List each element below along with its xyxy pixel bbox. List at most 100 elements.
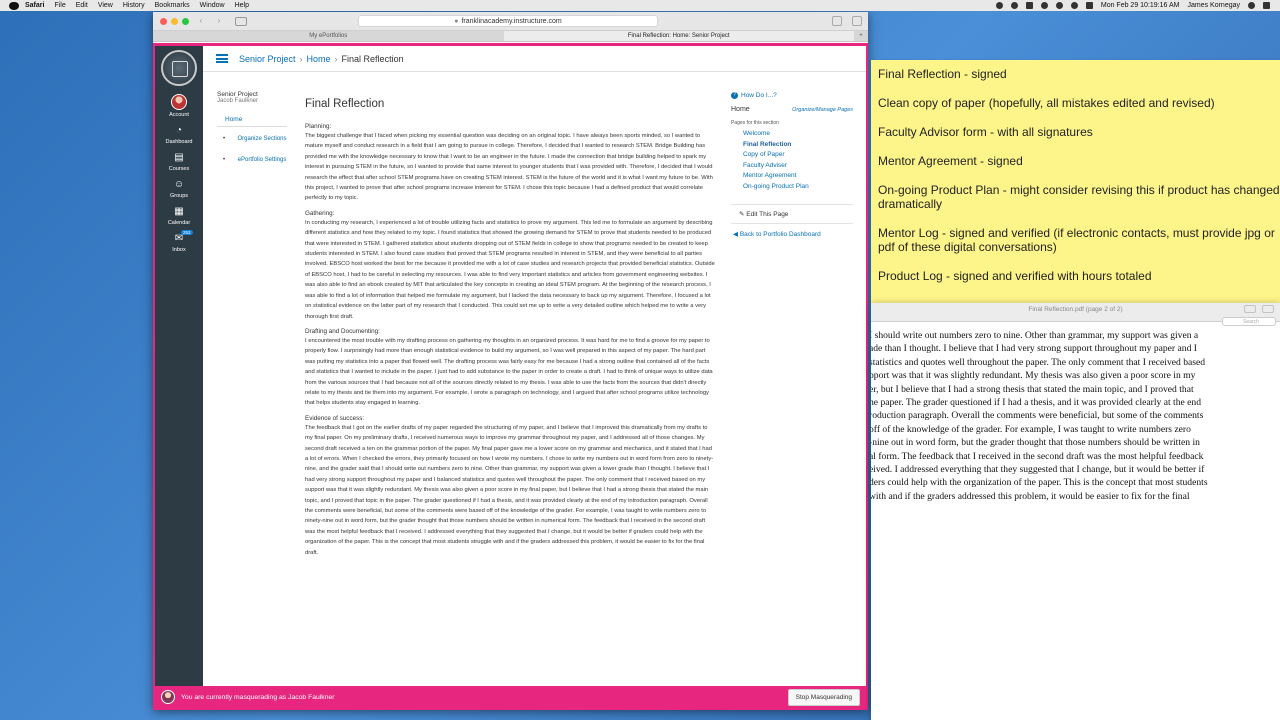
address-url: franklinacademy.instructure.com bbox=[461, 18, 562, 25]
course-nav-home[interactable]: Home bbox=[217, 114, 287, 127]
menu-window[interactable]: Window bbox=[200, 2, 225, 9]
breadcrumb-senior-project[interactable]: Senior Project bbox=[239, 54, 296, 64]
pdf-text-line: roduction paragraph. Overall the comment… bbox=[871, 410, 1204, 422]
global-nav-label: Calendar bbox=[167, 220, 191, 226]
pdf-text-line: er, but I believe that I had a strong th… bbox=[871, 383, 1194, 395]
forward-arrow-icon[interactable]: › bbox=[213, 16, 225, 26]
inbox-badge: 253 bbox=[181, 230, 193, 235]
page-link-faculty-adviser[interactable]: Faculty Adviser bbox=[731, 161, 853, 172]
page-link-copy-of-paper[interactable]: Copy of Paper bbox=[731, 150, 853, 161]
spotlight-icon[interactable] bbox=[1248, 2, 1255, 9]
preview-title: Final Reflection.pdf (page 2 of 2) bbox=[1028, 306, 1123, 313]
notification-center-icon[interactable] bbox=[1263, 2, 1270, 9]
global-nav-courses[interactable]: ▤ Courses bbox=[155, 152, 203, 172]
how-do-i-label: How Do I...? bbox=[741, 92, 777, 99]
status-icon[interactable] bbox=[1040, 2, 1048, 9]
avatar bbox=[161, 690, 175, 704]
safari-titlebar: ‹ › ● franklinacademy.instructure.com bbox=[153, 12, 868, 31]
sidebar-toggle-icon[interactable] bbox=[235, 16, 247, 26]
menu-bookmarks[interactable]: Bookmarks bbox=[155, 2, 190, 9]
apple-icon[interactable] bbox=[9, 1, 19, 10]
page-link-product-plan[interactable]: On-going Product Plan bbox=[731, 182, 853, 193]
masquerade-text: You are currently masquerading as Jacob … bbox=[181, 693, 335, 701]
pdf-text-line: ders could help with the organization of… bbox=[871, 477, 1208, 489]
section-body: In conducting my research, I experienced… bbox=[305, 219, 715, 320]
how-do-i-link[interactable]: ? How Do I...? bbox=[731, 92, 853, 99]
pdf-page: I should write out numbers zero to nine.… bbox=[871, 325, 1280, 503]
triangle-left-icon: ◀ bbox=[733, 231, 738, 238]
tab-eportfolios[interactable]: My ePortfolios bbox=[153, 31, 504, 41]
right-sidebar: ? How Do I...? Home Organize/Manage Page… bbox=[731, 92, 853, 238]
page-title: Final Reflection bbox=[305, 98, 385, 110]
pencil-icon: ✎ bbox=[739, 211, 745, 218]
share-icon[interactable] bbox=[832, 16, 842, 26]
course-nav: Senior Project Jacob Faulkner Home Organ… bbox=[217, 91, 287, 177]
global-nav-account[interactable]: Account bbox=[155, 94, 203, 118]
back-to-dashboard-link[interactable]: ◀ Back to Portfolio Dashboard bbox=[731, 230, 853, 238]
school-logo[interactable] bbox=[161, 50, 197, 86]
stop-masquerading-button[interactable]: Stop Masquerading bbox=[787, 688, 860, 706]
courses-icon: ▤ bbox=[174, 152, 184, 163]
volume-icon[interactable] bbox=[1070, 2, 1078, 9]
breadcrumb-separator: › bbox=[299, 53, 303, 64]
menu-app[interactable]: Safari bbox=[25, 2, 44, 9]
pdf-text-line: with and if the graders addressed this p… bbox=[871, 490, 1190, 502]
tabs-overview-icon[interactable] bbox=[852, 16, 862, 26]
battery-icon[interactable] bbox=[1085, 2, 1093, 9]
sticky-line: Final Reflection - signed bbox=[878, 67, 1007, 81]
page-link-mentor-agreement[interactable]: Mentor Agreement bbox=[731, 171, 853, 182]
pages-section-label: Pages for this section bbox=[731, 120, 779, 126]
hamburger-menu-icon[interactable] bbox=[216, 54, 228, 63]
pdf-text-line: pport was that it was slightly redundant… bbox=[871, 370, 1196, 382]
close-window-button[interactable] bbox=[160, 17, 167, 25]
page-link-final-reflection[interactable]: Final Reflection bbox=[731, 140, 853, 151]
section-body: The feedback that I got on the earlier d… bbox=[305, 424, 714, 556]
menu-history[interactable]: History bbox=[123, 2, 145, 9]
breadcrumb-home[interactable]: Home bbox=[307, 54, 331, 64]
menu-file[interactable]: File bbox=[54, 2, 65, 9]
pdf-text-line: eived. I addressed everything that they … bbox=[871, 464, 1205, 476]
minimize-window-button[interactable] bbox=[171, 17, 178, 25]
dashboard-icon: ◔ bbox=[175, 125, 183, 136]
sticky-line: Clean copy of paper (hopefully, all mist… bbox=[878, 96, 1215, 110]
organize-pages-link[interactable]: Organize/Manage Pages bbox=[792, 107, 853, 113]
lock-icon: ● bbox=[454, 18, 459, 25]
new-tab-icon[interactable]: + bbox=[854, 31, 868, 41]
global-nav-dashboard[interactable]: ◔ Dashboard bbox=[155, 125, 203, 145]
zoom-window-button[interactable] bbox=[182, 17, 189, 25]
status-icon[interactable] bbox=[1025, 2, 1033, 9]
tab-final-reflection[interactable]: Final Reflection: Home: Senior Project bbox=[503, 31, 854, 41]
main-area: Senior Project › Home › Final Reflection… bbox=[203, 46, 866, 708]
global-nav-groups[interactable]: ☺ Groups bbox=[155, 179, 203, 199]
help-icon: ? bbox=[731, 92, 738, 99]
section-heading: Planning: bbox=[305, 123, 332, 130]
page-content: Final Reflection Planning: The biggest c… bbox=[305, 98, 715, 564]
global-nav-label: Dashboard bbox=[165, 139, 193, 145]
breadcrumb: Senior Project › Home › Final Reflection bbox=[203, 46, 866, 72]
sticky-line: Mentor Agreement - signed bbox=[878, 154, 1023, 168]
sticky-note[interactable]: Final Reflection - signed Clean copy of … bbox=[871, 60, 1280, 303]
status-icon[interactable] bbox=[995, 2, 1003, 9]
menu-edit[interactable]: Edit bbox=[76, 2, 88, 9]
global-nav-inbox[interactable]: ✉ 253 Inbox bbox=[155, 230, 203, 253]
menubar-user[interactable]: James Kornegay bbox=[1187, 2, 1240, 9]
page-link-welcome[interactable]: Welcome bbox=[731, 129, 853, 140]
course-nav-title: Senior Project bbox=[217, 91, 258, 98]
course-nav-organize-sections[interactable]: Organize Sections bbox=[217, 135, 287, 144]
global-nav-calendar[interactable]: ▦ Calendar bbox=[155, 206, 203, 226]
preview-tool-icon[interactable] bbox=[1244, 305, 1256, 313]
address-bar[interactable]: ● franklinacademy.instructure.com bbox=[358, 15, 658, 27]
course-nav-eportfolio-settings[interactable]: ePortfolio Settings bbox=[217, 156, 287, 165]
edit-page-button[interactable]: ✎ Edit This Page bbox=[731, 204, 853, 224]
menubar-clock[interactable]: Mon Feb 29 10:19:16 AM bbox=[1101, 2, 1180, 9]
tab-bar: My ePortfolios Final Reflection: Home: S… bbox=[153, 31, 868, 42]
back-arrow-icon[interactable]: ‹ bbox=[195, 16, 207, 26]
status-icon[interactable] bbox=[1010, 2, 1018, 9]
avatar bbox=[171, 94, 187, 110]
preview-tool-icon[interactable] bbox=[1262, 305, 1274, 313]
wifi-icon[interactable] bbox=[1055, 2, 1063, 9]
menu-help[interactable]: Help bbox=[235, 2, 249, 9]
menubar-status-area: Mon Feb 29 10:19:16 AM James Kornegay bbox=[995, 2, 1280, 9]
menu-view[interactable]: View bbox=[98, 2, 113, 9]
preview-titlebar: Final Reflection.pdf (page 2 of 2) Searc… bbox=[871, 303, 1280, 326]
